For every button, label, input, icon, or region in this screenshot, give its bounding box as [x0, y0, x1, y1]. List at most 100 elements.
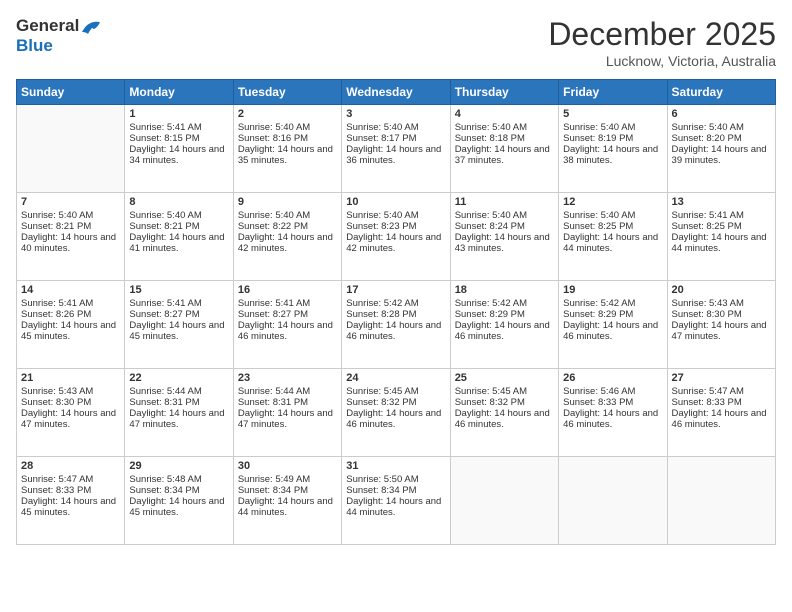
- sunrise-text: Sunrise: 5:45 AM: [346, 386, 418, 397]
- day-number: 24: [346, 372, 445, 384]
- sunrise-text: Sunrise: 5:41 AM: [129, 298, 201, 309]
- sunset-text: Sunset: 8:17 PM: [346, 133, 416, 144]
- daylight-text: Daylight: 14 hours and 36 minutes.: [346, 144, 441, 166]
- sunrise-text: Sunrise: 5:40 AM: [129, 210, 201, 221]
- sunrise-text: Sunrise: 5:40 AM: [563, 210, 635, 221]
- day-number: 17: [346, 284, 445, 296]
- weekday-header: Thursday: [450, 80, 558, 105]
- day-number: 12: [563, 196, 662, 208]
- calendar-cell: 18 Sunrise: 5:42 AM Sunset: 8:29 PM Dayl…: [450, 281, 558, 369]
- weekday-header: Tuesday: [233, 80, 341, 105]
- day-number: 4: [455, 108, 554, 120]
- calendar-cell: 30 Sunrise: 5:49 AM Sunset: 8:34 PM Dayl…: [233, 457, 341, 545]
- sunset-text: Sunset: 8:25 PM: [563, 221, 633, 232]
- calendar-cell: 20 Sunrise: 5:43 AM Sunset: 8:30 PM Dayl…: [667, 281, 775, 369]
- sunset-text: Sunset: 8:34 PM: [346, 485, 416, 496]
- sunrise-text: Sunrise: 5:41 AM: [129, 122, 201, 133]
- sunset-text: Sunset: 8:21 PM: [21, 221, 91, 232]
- daylight-text: Daylight: 14 hours and 47 minutes.: [672, 320, 767, 342]
- daylight-text: Daylight: 14 hours and 46 minutes.: [672, 408, 767, 430]
- day-number: 7: [21, 196, 120, 208]
- daylight-text: Daylight: 14 hours and 43 minutes.: [455, 232, 550, 254]
- daylight-text: Daylight: 14 hours and 44 minutes.: [238, 496, 333, 518]
- day-number: 3: [346, 108, 445, 120]
- sunset-text: Sunset: 8:19 PM: [563, 133, 633, 144]
- day-number: 15: [129, 284, 228, 296]
- calendar-week-row: 1 Sunrise: 5:41 AM Sunset: 8:15 PM Dayli…: [17, 105, 776, 193]
- logo-bird-icon: [80, 18, 102, 36]
- day-number: 23: [238, 372, 337, 384]
- sunset-text: Sunset: 8:31 PM: [129, 397, 199, 408]
- sunset-text: Sunset: 8:21 PM: [129, 221, 199, 232]
- sunrise-text: Sunrise: 5:40 AM: [455, 122, 527, 133]
- calendar-cell: 23 Sunrise: 5:44 AM Sunset: 8:31 PM Dayl…: [233, 369, 341, 457]
- sunrise-text: Sunrise: 5:40 AM: [346, 210, 418, 221]
- sunrise-text: Sunrise: 5:41 AM: [21, 298, 93, 309]
- sunrise-text: Sunrise: 5:50 AM: [346, 474, 418, 485]
- weekday-header: Friday: [559, 80, 667, 105]
- calendar-cell: 9 Sunrise: 5:40 AM Sunset: 8:22 PM Dayli…: [233, 193, 341, 281]
- daylight-text: Daylight: 14 hours and 42 minutes.: [238, 232, 333, 254]
- sunrise-text: Sunrise: 5:40 AM: [238, 210, 310, 221]
- sunrise-text: Sunrise: 5:48 AM: [129, 474, 201, 485]
- sunset-text: Sunset: 8:29 PM: [563, 309, 633, 320]
- logo-text: General: [16, 16, 103, 36]
- sunrise-text: Sunrise: 5:42 AM: [346, 298, 418, 309]
- calendar-cell: 31 Sunrise: 5:50 AM Sunset: 8:34 PM Dayl…: [342, 457, 450, 545]
- title-block: December 2025 Lucknow, Victoria, Austral…: [548, 16, 776, 69]
- day-number: 20: [672, 284, 771, 296]
- daylight-text: Daylight: 14 hours and 44 minutes.: [563, 232, 658, 254]
- sunset-text: Sunset: 8:29 PM: [455, 309, 525, 320]
- page: General Blue December 2025 Lucknow, Vict…: [0, 0, 792, 612]
- calendar-table: SundayMondayTuesdayWednesdayThursdayFrid…: [16, 79, 776, 545]
- daylight-text: Daylight: 14 hours and 44 minutes.: [672, 232, 767, 254]
- day-number: 10: [346, 196, 445, 208]
- weekday-header: Monday: [125, 80, 233, 105]
- calendar-cell: 3 Sunrise: 5:40 AM Sunset: 8:17 PM Dayli…: [342, 105, 450, 193]
- calendar-cell: 2 Sunrise: 5:40 AM Sunset: 8:16 PM Dayli…: [233, 105, 341, 193]
- calendar-cell: [17, 105, 125, 193]
- sunrise-text: Sunrise: 5:41 AM: [672, 210, 744, 221]
- day-number: 1: [129, 108, 228, 120]
- sunset-text: Sunset: 8:30 PM: [672, 309, 742, 320]
- calendar-header-row: SundayMondayTuesdayWednesdayThursdayFrid…: [17, 80, 776, 105]
- day-number: 27: [672, 372, 771, 384]
- calendar-cell: [450, 457, 558, 545]
- calendar-week-row: 14 Sunrise: 5:41 AM Sunset: 8:26 PM Dayl…: [17, 281, 776, 369]
- day-number: 28: [21, 460, 120, 472]
- sunrise-text: Sunrise: 5:45 AM: [455, 386, 527, 397]
- daylight-text: Daylight: 14 hours and 45 minutes.: [21, 496, 116, 518]
- calendar-cell: [667, 457, 775, 545]
- sunset-text: Sunset: 8:30 PM: [21, 397, 91, 408]
- calendar-cell: 22 Sunrise: 5:44 AM Sunset: 8:31 PM Dayl…: [125, 369, 233, 457]
- sunset-text: Sunset: 8:34 PM: [238, 485, 308, 496]
- daylight-text: Daylight: 14 hours and 47 minutes.: [129, 408, 224, 430]
- day-number: 21: [21, 372, 120, 384]
- calendar-week-row: 28 Sunrise: 5:47 AM Sunset: 8:33 PM Dayl…: [17, 457, 776, 545]
- calendar-week-row: 7 Sunrise: 5:40 AM Sunset: 8:21 PM Dayli…: [17, 193, 776, 281]
- calendar-cell: 11 Sunrise: 5:40 AM Sunset: 8:24 PM Dayl…: [450, 193, 558, 281]
- calendar-cell: 7 Sunrise: 5:40 AM Sunset: 8:21 PM Dayli…: [17, 193, 125, 281]
- day-number: 16: [238, 284, 337, 296]
- calendar-cell: 10 Sunrise: 5:40 AM Sunset: 8:23 PM Dayl…: [342, 193, 450, 281]
- calendar-cell: 26 Sunrise: 5:46 AM Sunset: 8:33 PM Dayl…: [559, 369, 667, 457]
- sunrise-text: Sunrise: 5:40 AM: [21, 210, 93, 221]
- day-number: 9: [238, 196, 337, 208]
- calendar-cell: 17 Sunrise: 5:42 AM Sunset: 8:28 PM Dayl…: [342, 281, 450, 369]
- daylight-text: Daylight: 14 hours and 45 minutes.: [129, 496, 224, 518]
- daylight-text: Daylight: 14 hours and 34 minutes.: [129, 144, 224, 166]
- day-number: 6: [672, 108, 771, 120]
- sunset-text: Sunset: 8:18 PM: [455, 133, 525, 144]
- sunrise-text: Sunrise: 5:42 AM: [455, 298, 527, 309]
- daylight-text: Daylight: 14 hours and 46 minutes.: [238, 320, 333, 342]
- calendar-cell: 24 Sunrise: 5:45 AM Sunset: 8:32 PM Dayl…: [342, 369, 450, 457]
- daylight-text: Daylight: 14 hours and 37 minutes.: [455, 144, 550, 166]
- day-number: 19: [563, 284, 662, 296]
- calendar-cell: 14 Sunrise: 5:41 AM Sunset: 8:26 PM Dayl…: [17, 281, 125, 369]
- calendar-cell: 27 Sunrise: 5:47 AM Sunset: 8:33 PM Dayl…: [667, 369, 775, 457]
- calendar-cell: 13 Sunrise: 5:41 AM Sunset: 8:25 PM Dayl…: [667, 193, 775, 281]
- daylight-text: Daylight: 14 hours and 46 minutes.: [563, 320, 658, 342]
- sunrise-text: Sunrise: 5:40 AM: [563, 122, 635, 133]
- calendar-cell: 5 Sunrise: 5:40 AM Sunset: 8:19 PM Dayli…: [559, 105, 667, 193]
- sunrise-text: Sunrise: 5:46 AM: [563, 386, 635, 397]
